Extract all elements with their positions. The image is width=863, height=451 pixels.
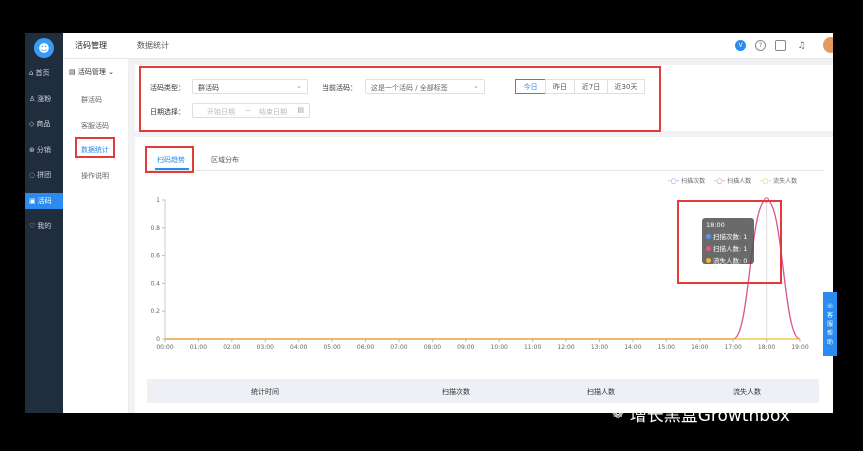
- x-tick-label: 11:00: [524, 344, 541, 351]
- col-people: 扫描人数: [587, 388, 615, 396]
- x-tick-label: 01:00: [190, 344, 207, 351]
- table-header: 统计时间 扫描次数 扫描人数 流失人数: [147, 379, 819, 403]
- x-tick-label: 03:00: [257, 344, 274, 351]
- x-tick-label: 04:00: [290, 344, 307, 351]
- x-tick-label: 16:00: [691, 344, 708, 351]
- x-tick-label: 19:00: [791, 344, 808, 351]
- chart-tooltip: 18:00 扫描次数: 1 扫描人数: 1 流失人数: 0: [702, 218, 754, 265]
- x-tick-label: 02:00: [223, 344, 240, 351]
- wechat-icon: ❁: [612, 405, 624, 422]
- x-tick-label: 14:00: [624, 344, 641, 351]
- y-tick-label: 0: [156, 336, 160, 343]
- y-tick-label: 0.2: [150, 308, 160, 315]
- x-tick-label: 10:00: [491, 344, 508, 351]
- tooltip-row: 流失人数: 0: [706, 255, 750, 265]
- tooltip-time: 18:00: [706, 221, 725, 229]
- x-tick-label: 00:00: [156, 344, 173, 351]
- x-tick-label: 15:00: [658, 344, 675, 351]
- col-lost: 流失人数: [733, 388, 761, 396]
- help-float-button[interactable]: ☏ 客服帮助: [823, 292, 837, 356]
- x-tick-label: 08:00: [424, 344, 441, 351]
- x-tick-label: 13:00: [591, 344, 608, 351]
- x-tick-label: 17:00: [725, 344, 742, 351]
- tooltip-row: 扫描次数: 1: [706, 231, 750, 241]
- y-tick-label: 0.8: [150, 225, 160, 232]
- x-tick-label: 09:00: [457, 344, 474, 351]
- y-tick-label: 0.6: [150, 253, 160, 260]
- app-window: ☻ ⌂ 首页 ♙ 涨粉 ◇ 商品 ⊛ 分销 ◌ 拼团 ▣ 活码 ♡ 我的 活码管理 数据统计 V ? ♫ …: [25, 33, 833, 413]
- x-tick-label: 12:00: [557, 344, 574, 351]
- y-tick-label: 1: [156, 197, 160, 204]
- col-scans: 扫描次数: [442, 388, 470, 396]
- tooltip-row: 扫描人数: 1: [706, 243, 750, 253]
- chat-icon: ☏: [826, 302, 834, 310]
- x-tick-label: 06:00: [357, 344, 374, 351]
- y-tick-label: 0.4: [150, 280, 160, 287]
- col-time: 统计时间: [251, 388, 279, 396]
- watermark: ❁ 增长黑盒Growthbox: [612, 405, 790, 427]
- x-tick-label: 05:00: [323, 344, 340, 351]
- x-tick-label: 07:00: [390, 344, 407, 351]
- x-tick-label: 18:00: [758, 344, 775, 351]
